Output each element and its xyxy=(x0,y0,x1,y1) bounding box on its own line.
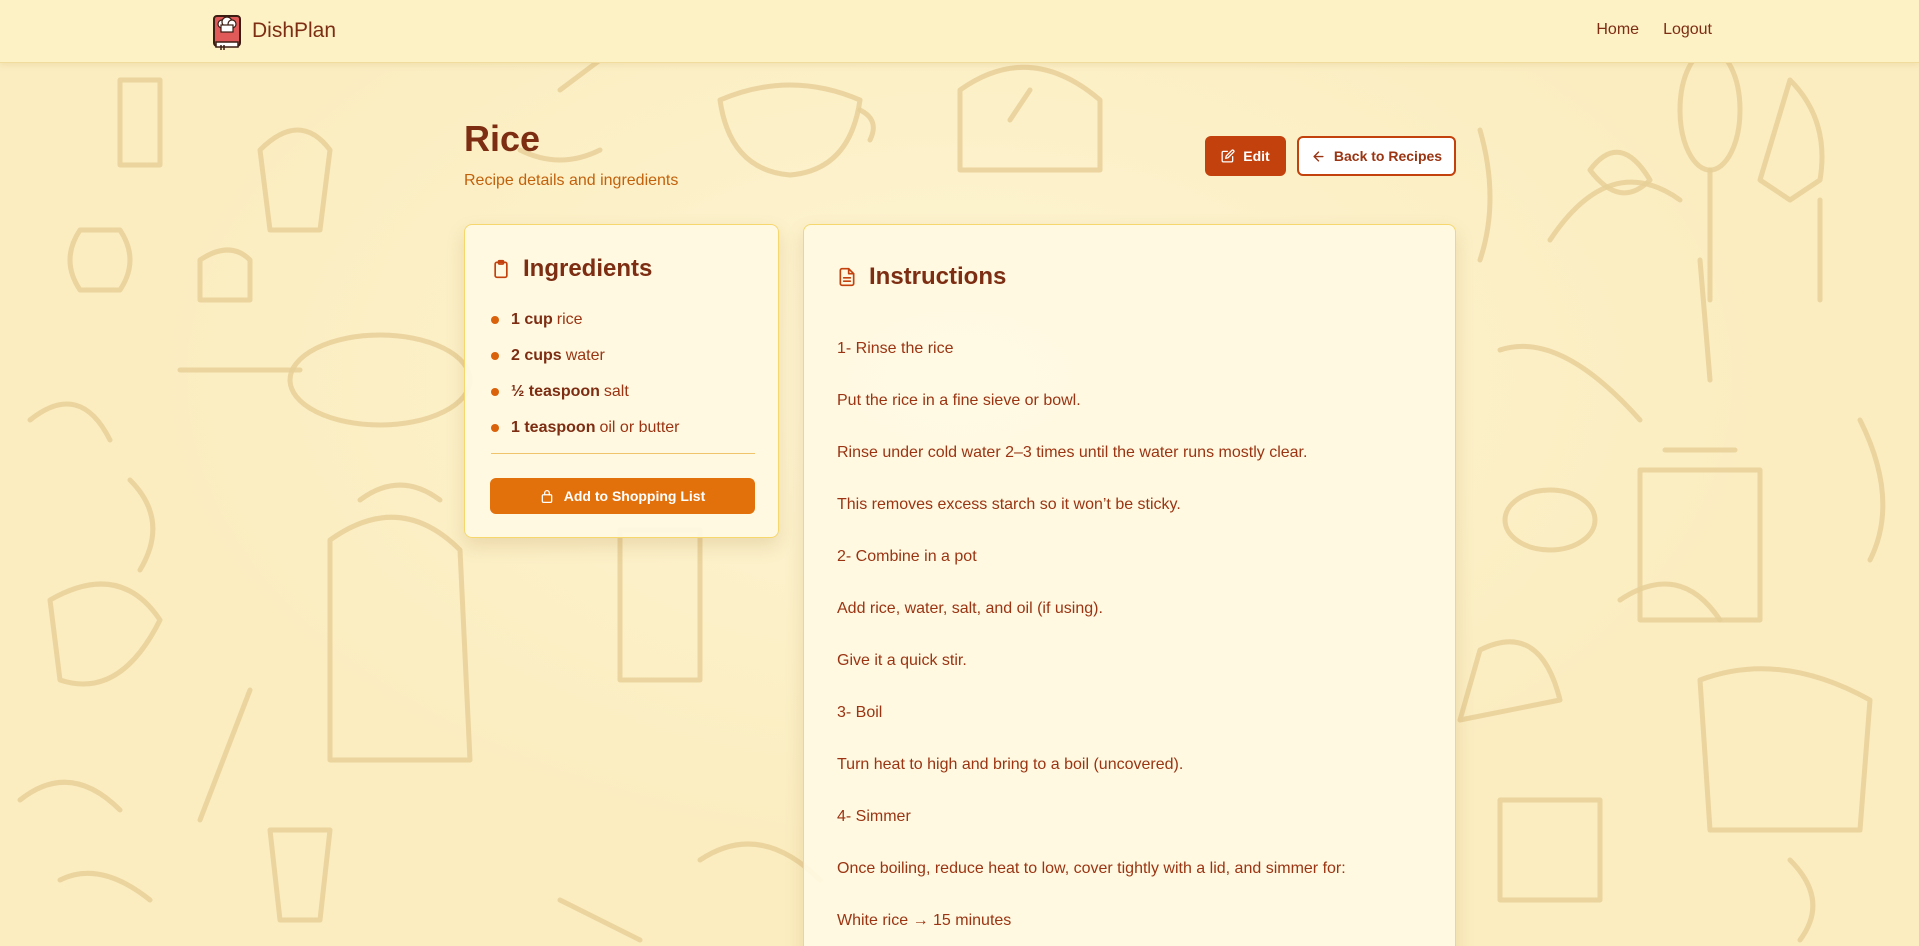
instruction-line: Give it a quick stir. xyxy=(837,652,967,669)
back-button-label: Back to Recipes xyxy=(1333,148,1443,164)
ingredients-title: Ingredients xyxy=(523,255,653,282)
edit-button[interactable]: Edit xyxy=(1205,136,1286,176)
instruction-line: Put the rice in a fine sieve or bowl. xyxy=(837,392,1081,409)
instructions-card: Instructions 1- Rinse the rice Put the r… xyxy=(803,224,1456,946)
top-navbar: DishPlan Home Logout xyxy=(0,0,1919,63)
instruction-line: This removes excess starch so it won’t b… xyxy=(837,496,1181,513)
brand[interactable]: DishPlan xyxy=(212,12,336,50)
edit-button-label: Edit xyxy=(1243,148,1270,164)
page-subtitle: Recipe details and ingredients xyxy=(464,172,679,189)
bullet-dot xyxy=(491,424,499,432)
page-title: Rice xyxy=(464,118,541,159)
ingredient-item: 1 cup rice xyxy=(491,302,680,338)
edit-icon xyxy=(1221,149,1235,163)
instruction-step-heading: 2- Combine in a pot xyxy=(837,548,977,565)
brand-name: DishPlan xyxy=(252,19,337,42)
ingredients-card: Ingredients 1 cup rice 2 cups water ½ te… xyxy=(464,224,779,538)
bullet-dot xyxy=(491,316,499,324)
arrow-left-icon xyxy=(1313,150,1324,162)
ingredient-name: water xyxy=(565,347,605,364)
instructions-title: Instructions xyxy=(869,263,1007,290)
instructions-body: 1- Rinse the rice Put the rice in a fine… xyxy=(837,339,1427,946)
instruction-step-heading: 3- Boil xyxy=(837,704,883,721)
bullet-dot xyxy=(491,352,499,360)
chef-cookbook-icon xyxy=(213,15,241,50)
ingredient-item: 1 teaspoon oil or butter xyxy=(491,410,680,446)
instruction-step-heading: 1- Rinse the rice xyxy=(837,340,954,357)
add-to-shopping-list-button[interactable]: Add to Shopping List xyxy=(490,478,755,514)
ingredient-quantity: ½ teaspoon xyxy=(511,383,600,400)
shopping-button-label: Add to Shopping List xyxy=(563,488,706,504)
ingredient-name: oil or butter xyxy=(599,419,680,436)
ingredient-quantity: 1 cup xyxy=(511,311,553,328)
ingredient-item: ½ teaspoon salt xyxy=(491,374,680,410)
ingredients-list: 1 cup rice 2 cups water ½ teaspoon salt … xyxy=(491,302,680,446)
instruction-line: Rinse under cold water 2–3 times until t… xyxy=(837,444,1308,461)
shopping-bag-icon xyxy=(541,489,553,503)
clipboard-icon xyxy=(494,259,508,279)
instruction-line: Add rice, water, salt, and oil (if using… xyxy=(837,600,1103,617)
document-icon xyxy=(839,267,855,287)
ingredient-quantity: 2 cups xyxy=(511,347,562,364)
ingredient-name: rice xyxy=(556,311,583,328)
nav-home-link[interactable]: Home xyxy=(1596,21,1639,39)
instruction-step-heading: 4- Simmer xyxy=(837,808,911,825)
ingredients-divider xyxy=(491,453,755,454)
instruction-line: Turn heat to high and bring to a boil (u… xyxy=(837,756,1184,773)
bullet-dot xyxy=(491,388,499,396)
ingredient-quantity: 1 teaspoon xyxy=(511,419,596,436)
ingredient-name: salt xyxy=(603,383,629,400)
nav-logout-link[interactable]: Logout xyxy=(1663,21,1712,39)
back-to-recipes-button[interactable]: Back to Recipes xyxy=(1297,136,1456,176)
instruction-line: Once boiling, reduce heat to low, cover … xyxy=(837,860,1346,877)
ingredient-item: 2 cups water xyxy=(491,338,680,374)
instruction-line: White rice → 15 minutes xyxy=(837,912,1012,929)
